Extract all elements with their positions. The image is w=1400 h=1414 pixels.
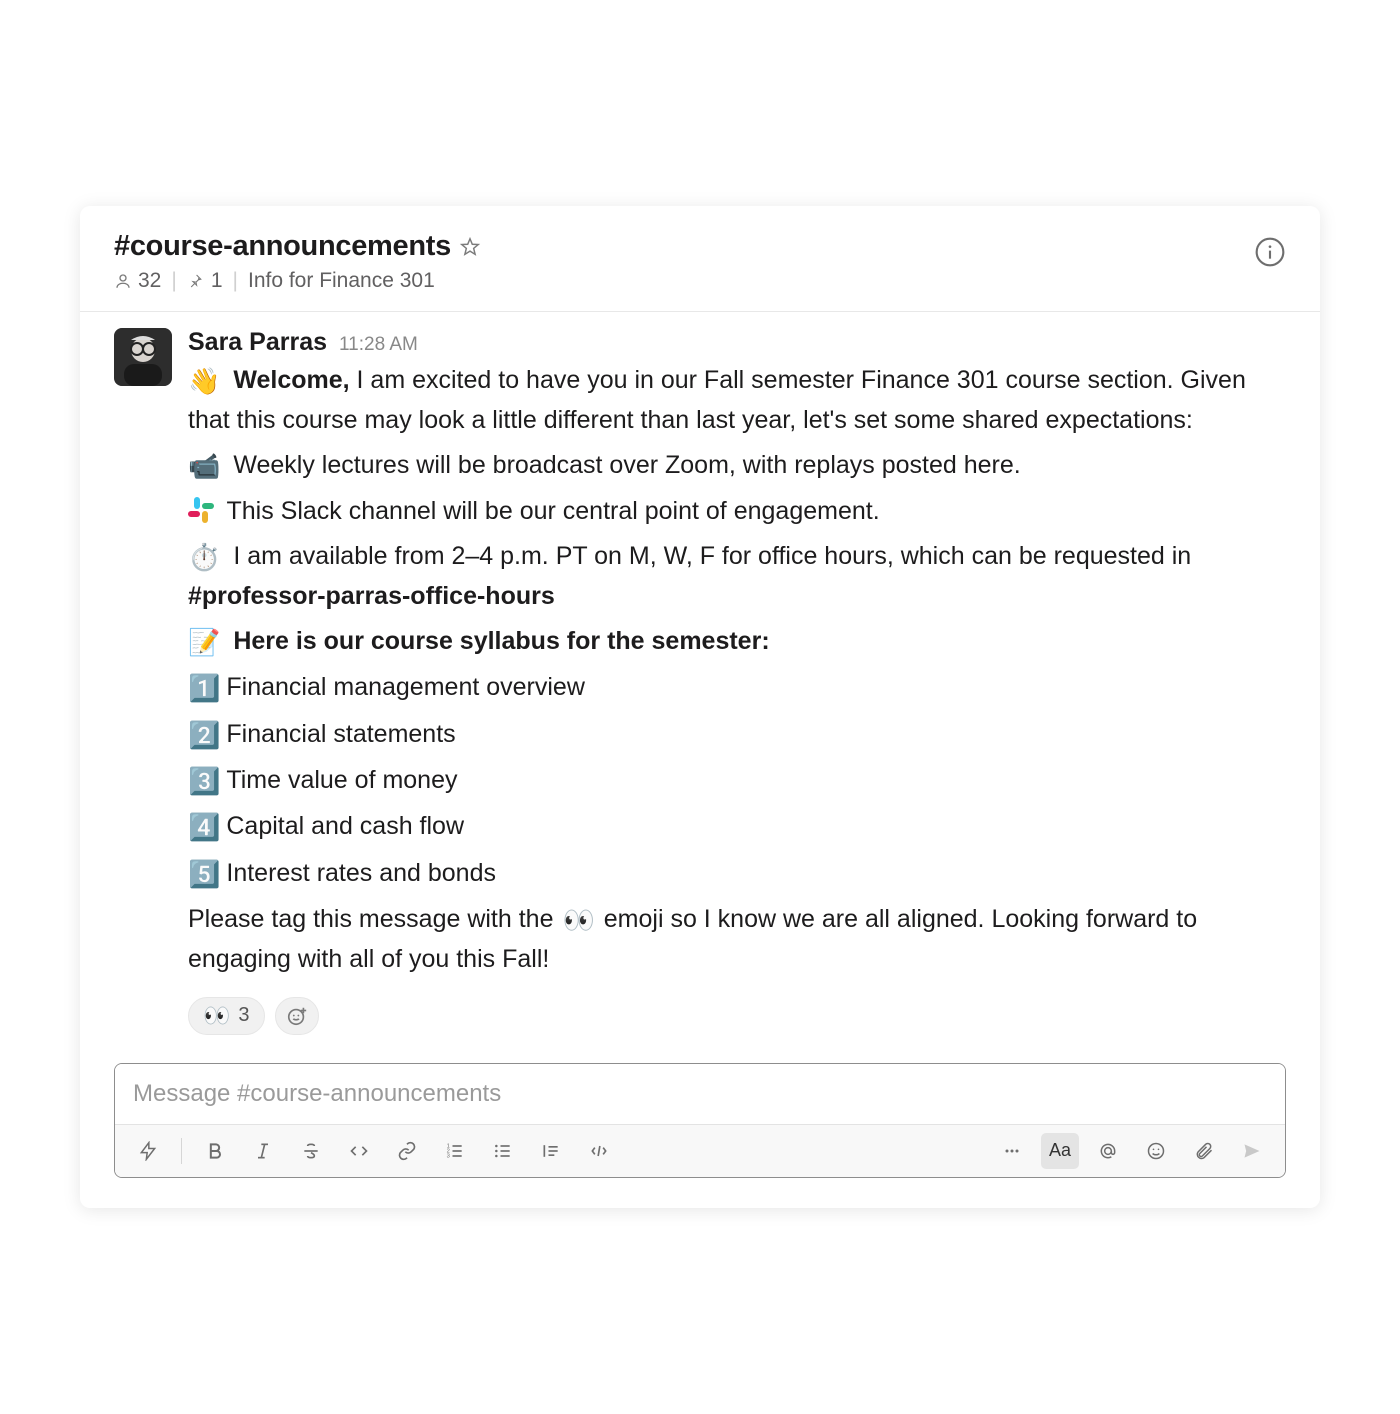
code-button[interactable] xyxy=(340,1133,378,1169)
sender-line: Sara Parras 11:28 AM xyxy=(188,328,1286,357)
more-icon[interactable] xyxy=(993,1133,1031,1169)
add-emoji-icon xyxy=(286,1005,308,1027)
avatar[interactable] xyxy=(114,328,172,386)
bullet-zoom: 📹 Weekly lectures will be broadcast over… xyxy=(188,446,1286,486)
channel-header: #course-announcements 32 | 1 | Info for … xyxy=(80,206,1320,312)
bullet-list-button[interactable] xyxy=(484,1133,522,1169)
message: Sara Parras 11:28 AM 👋 Welcome, I am exc… xyxy=(114,328,1286,1035)
bold-button[interactable] xyxy=(196,1133,234,1169)
emoji-button[interactable] xyxy=(1137,1133,1175,1169)
stopwatch-emoji: ⏱️ xyxy=(188,542,220,572)
syllabus-item: 2️⃣Financial statements xyxy=(188,715,1286,755)
eyes-emoji: 👀 xyxy=(203,1003,230,1029)
attachment-button[interactable] xyxy=(1185,1133,1223,1169)
toolbar-left: 123 xyxy=(129,1133,618,1169)
channel-topic[interactable]: Info for Finance 301 xyxy=(248,269,435,293)
keycap-4-icon: 4️⃣ xyxy=(188,812,220,842)
message-input[interactable] xyxy=(115,1064,1285,1124)
blockquote-button[interactable] xyxy=(532,1133,570,1169)
welcome-paragraph: 👋 Welcome, I am excited to have you in o… xyxy=(188,361,1286,440)
meta-separator: | xyxy=(171,269,176,293)
syllabus-heading: Here is our course syllabus for the seme… xyxy=(233,627,769,655)
keycap-5-icon: 5️⃣ xyxy=(188,859,220,889)
syllabus-item: 3️⃣Time value of money xyxy=(188,761,1286,801)
add-reaction-button[interactable] xyxy=(275,997,319,1035)
send-button[interactable] xyxy=(1233,1133,1271,1169)
sender-name[interactable]: Sara Parras xyxy=(188,328,327,357)
toolbar-divider xyxy=(181,1138,182,1164)
link-button[interactable] xyxy=(388,1133,426,1169)
reaction-eyes[interactable]: 👀 3 xyxy=(188,997,265,1035)
channel-title-row: #course-announcements xyxy=(114,230,481,263)
keycap-2-icon: 2️⃣ xyxy=(188,720,220,750)
composer-toolbar: 123 Aa xyxy=(115,1124,1285,1177)
camera-emoji: 📹 xyxy=(188,451,220,481)
syllabus-heading-row: 📝 Here is our course syllabus for the se… xyxy=(188,622,1286,662)
timestamp[interactable]: 11:28 AM xyxy=(339,334,418,356)
pin-icon xyxy=(187,272,205,290)
channel-name[interactable]: #course-announcements xyxy=(114,230,451,263)
text-format-button[interactable]: Aa xyxy=(1041,1133,1079,1169)
keycap-3-icon: 3️⃣ xyxy=(188,766,220,796)
memo-emoji: 📝 xyxy=(188,627,220,657)
star-icon[interactable] xyxy=(459,236,481,258)
toolbar-right: Aa xyxy=(993,1133,1271,1169)
composer-area: 123 Aa xyxy=(80,1063,1320,1208)
reaction-count: 3 xyxy=(238,1004,249,1027)
ordered-list-button[interactable]: 123 xyxy=(436,1133,474,1169)
wave-emoji: 👋 xyxy=(188,366,220,396)
person-icon xyxy=(114,272,132,290)
lightning-icon[interactable] xyxy=(129,1133,167,1169)
syllabus-item: 1️⃣Financial management overview xyxy=(188,668,1286,708)
slack-logo-icon xyxy=(188,497,214,523)
keycap-1-icon: 1️⃣ xyxy=(188,673,220,703)
strikethrough-button[interactable] xyxy=(292,1133,330,1169)
meta-separator: | xyxy=(233,269,238,293)
closing-paragraph: Please tag this message with the 👀 emoji… xyxy=(188,900,1286,979)
channel-header-left: #course-announcements 32 | 1 | Info for … xyxy=(114,230,481,293)
slack-panel: #course-announcements 32 | 1 | Info for … xyxy=(80,206,1320,1208)
channel-meta: 32 | 1 | Info for Finance 301 xyxy=(114,269,481,293)
message-area: Sara Parras 11:28 AM 👋 Welcome, I am exc… xyxy=(80,312,1320,1063)
composer: 123 Aa xyxy=(114,1063,1286,1178)
welcome-label: Welcome, xyxy=(233,366,349,394)
svg-text:3: 3 xyxy=(447,1154,450,1160)
message-text: 👋 Welcome, I am excited to have you in o… xyxy=(188,361,1286,979)
reactions: 👀 3 xyxy=(188,997,1286,1035)
pinned-count[interactable]: 1 xyxy=(187,269,223,293)
bullet-office-hours: ⏱️ I am available from 2–4 p.m. PT on M,… xyxy=(188,537,1286,616)
codeblock-button[interactable] xyxy=(580,1133,618,1169)
mention-button[interactable] xyxy=(1089,1133,1127,1169)
office-hours-channel[interactable]: #professor-parras-office-hours xyxy=(188,582,555,610)
syllabus-item: 5️⃣Interest rates and bonds xyxy=(188,854,1286,894)
eyes-emoji: 👀 xyxy=(562,905,594,935)
bullet-slack: This Slack channel will be our central p… xyxy=(188,492,1286,531)
info-icon[interactable] xyxy=(1254,236,1286,268)
member-count[interactable]: 32 xyxy=(114,269,161,293)
syllabus-item: 4️⃣Capital and cash flow xyxy=(188,807,1286,847)
italic-button[interactable] xyxy=(244,1133,282,1169)
message-body: Sara Parras 11:28 AM 👋 Welcome, I am exc… xyxy=(188,328,1286,1035)
